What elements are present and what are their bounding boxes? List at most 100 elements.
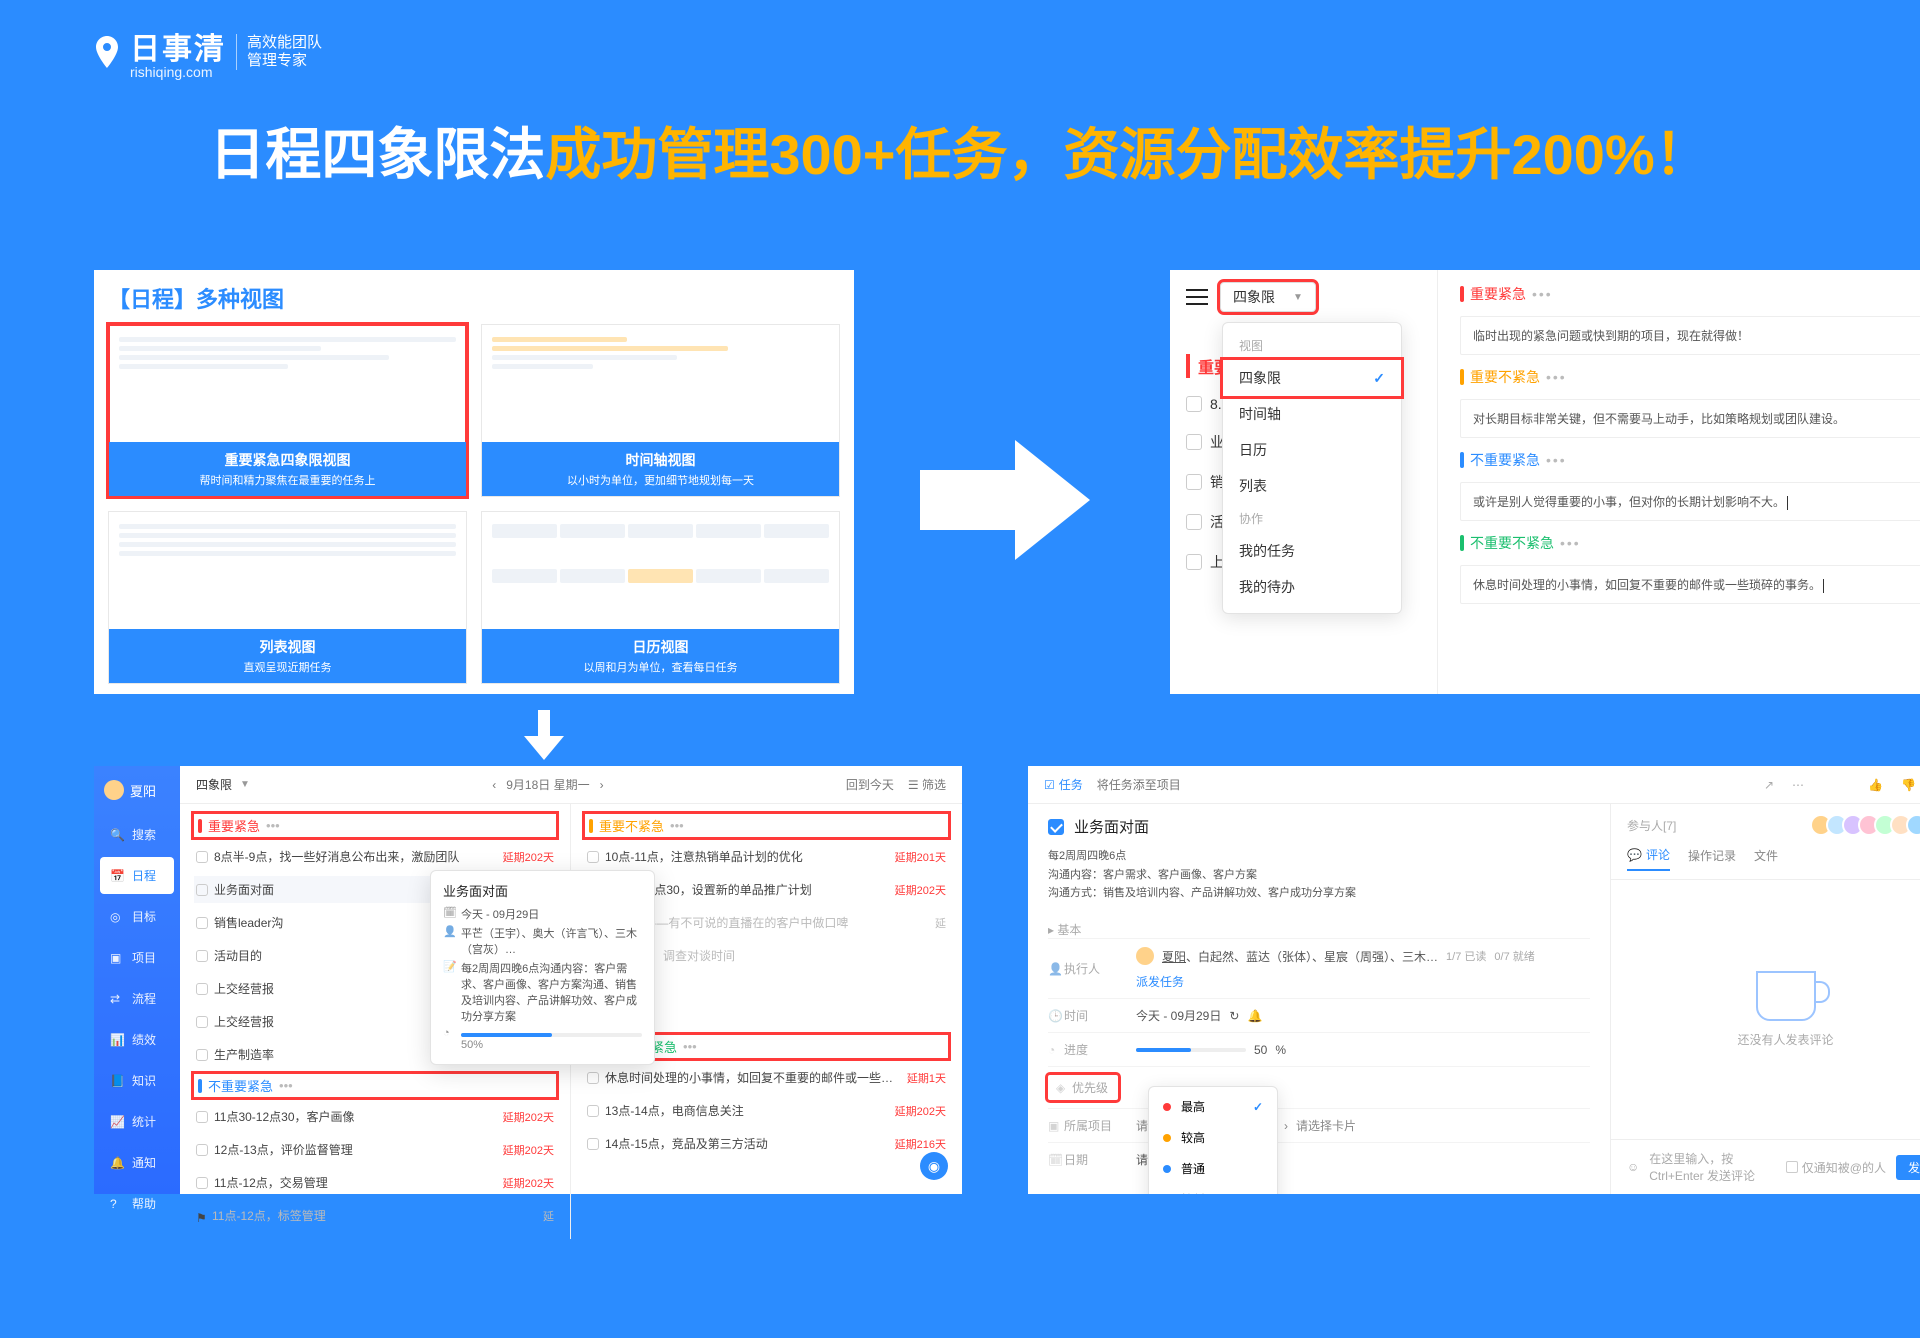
- quadrant-text-1[interactable]: 临时出现的紧急问题或快到期的项目，现在就得做！: [1460, 316, 1920, 355]
- checkbox-icon[interactable]: [1186, 474, 1202, 490]
- task-row[interactable]: 13点-14点，电商信息关注延期202天: [585, 1097, 948, 1124]
- repeat-icon[interactable]: ↻: [1229, 1009, 1239, 1023]
- dropdown-option-calendar[interactable]: 日历: [1223, 432, 1401, 468]
- task-description[interactable]: 每2周周四晚6点 沟通内容：客户需求、客户画像、客户方案 沟通方式：销售及培训内…: [1048, 847, 1590, 903]
- sidebar-nav-perf[interactable]: 📊绩效: [100, 1021, 174, 1058]
- tab-history[interactable]: 操作记录: [1688, 846, 1736, 871]
- sidebar-user[interactable]: 夏阳: [94, 766, 180, 814]
- help-fab[interactable]: ◉: [920, 1152, 948, 1180]
- dropdown-option-list[interactable]: 列表: [1223, 468, 1401, 504]
- comment-input[interactable]: 在这里输入，按 Ctrl+Enter 发送评论: [1649, 1150, 1776, 1184]
- send-task-button[interactable]: 派发任务: [1136, 973, 1184, 990]
- thumb-timeline-view[interactable]: 时间轴视图以小时为单位，更加细节地规划每一天: [481, 324, 840, 497]
- task-row[interactable]: 11点30-12点30，客户画像延期202天: [194, 1103, 556, 1130]
- tab-task[interactable]: ☑任务: [1044, 776, 1083, 793]
- priority-button[interactable]: ◈优先级: [1048, 1075, 1118, 1100]
- prev-day-button[interactable]: ‹: [492, 778, 496, 792]
- more-icon[interactable]: •••: [1546, 452, 1567, 468]
- task-title[interactable]: 业务面对面: [1074, 816, 1149, 837]
- checkbox-icon[interactable]: [196, 1177, 208, 1189]
- quadrant-text-3[interactable]: 或许是别人觉得重要的小事，但对你的长期计划影响不大。: [1460, 482, 1920, 521]
- quadrant-text-2[interactable]: 对长期目标非常关键，但不需要马上动手，比如策略规划或团队建设。: [1460, 399, 1920, 438]
- checkbox-icon[interactable]: [587, 1138, 599, 1150]
- checkbox-icon[interactable]: [1186, 396, 1202, 412]
- task-row[interactable]: ⚑11点-12点，标签管理延: [194, 1202, 556, 1229]
- emoji-icon[interactable]: ☺: [1627, 1160, 1639, 1174]
- next-day-button[interactable]: ›: [600, 778, 604, 792]
- checkbox-icon[interactable]: [587, 1072, 599, 1084]
- sidebar-nav-project[interactable]: ▣项目: [100, 939, 174, 976]
- task-checkbox[interactable]: [1048, 819, 1064, 835]
- thumb-down-icon[interactable]: 👎: [1901, 778, 1916, 792]
- task-row[interactable]: 10点-11点，注意热销单品计划的优化延期201天: [585, 843, 948, 870]
- priority-option-low[interactable]: 较低: [1149, 1184, 1277, 1194]
- only-at-checkbox[interactable]: 仅通知被@的人: [1786, 1159, 1886, 1176]
- task-row[interactable]: 11点-12点，交易管理延期202天: [194, 1169, 556, 1196]
- more-icon[interactable]: •••: [670, 818, 684, 833]
- sidebar-nav-goal[interactable]: ◎目标: [100, 898, 174, 935]
- sidebar-nav-notify[interactable]: 🔔通知: [100, 1144, 174, 1181]
- thumb-quadrant-view[interactable]: 重要紧急四象限视图帮时间和精力聚焦在最重要的任务上: [108, 324, 467, 497]
- avatar[interactable]: [1136, 947, 1154, 965]
- more-icon[interactable]: ⋯: [1792, 778, 1804, 792]
- thumb-calendar-view[interactable]: 日历视图以周和月为单位，查看每日任务: [481, 511, 840, 684]
- date-range[interactable]: 今天 - 09月29日: [1136, 1007, 1221, 1024]
- priority-option-high[interactable]: 较高: [1149, 1122, 1277, 1153]
- tab-move-to-project[interactable]: 将任务添至项目: [1097, 776, 1181, 793]
- dropdown-option-quadrant[interactable]: 四象限✓: [1223, 360, 1401, 396]
- checkbox-icon[interactable]: [1186, 434, 1202, 450]
- sidebar-nav-knowledge[interactable]: 📘知识: [100, 1062, 174, 1099]
- date-label[interactable]: 9月18日 星期一: [506, 776, 589, 793]
- checkbox-icon[interactable]: [196, 1049, 208, 1061]
- share-icon[interactable]: ↗: [1764, 778, 1774, 792]
- more-icon[interactable]: •••: [279, 1078, 293, 1093]
- checkbox-icon[interactable]: [1186, 554, 1202, 570]
- more-icon[interactable]: •••: [1560, 535, 1581, 551]
- sidebar-nav-flow[interactable]: ⇄流程: [100, 980, 174, 1017]
- progress-bar[interactable]: [1136, 1048, 1246, 1052]
- priority-option-normal[interactable]: 普通: [1149, 1153, 1277, 1184]
- checkbox-icon[interactable]: [587, 1105, 599, 1117]
- thumb-up-icon[interactable]: 👍: [1868, 778, 1883, 792]
- checkbox-icon[interactable]: [196, 917, 208, 929]
- sidebar-nav-schedule[interactable]: 📅日程: [100, 857, 174, 894]
- sidebar-nav-stats[interactable]: 📈统计: [100, 1103, 174, 1140]
- tab-files[interactable]: 文件: [1754, 846, 1778, 871]
- reminder-icon[interactable]: 🔔: [1247, 1009, 1262, 1023]
- view-select-button[interactable]: 四象限 ▼: [1220, 282, 1316, 312]
- checkbox-icon[interactable]: [196, 1016, 208, 1028]
- checkbox-icon[interactable]: [196, 851, 208, 863]
- breadcrumb-card[interactable]: 请选择卡片: [1296, 1117, 1356, 1134]
- checkbox-icon[interactable]: [587, 851, 599, 863]
- more-icon[interactable]: •••: [1546, 369, 1567, 385]
- filter-button[interactable]: ☰ 筛选: [908, 776, 946, 793]
- today-button[interactable]: 回到今天: [846, 776, 894, 793]
- task-row[interactable]: 12点-13点，评价监督管理延期202天: [194, 1136, 556, 1163]
- priority-option-highest[interactable]: 最高✓: [1149, 1091, 1277, 1122]
- more-icon[interactable]: •••: [1532, 286, 1553, 302]
- participant-avatars[interactable]: +: [1816, 814, 1920, 836]
- checkbox-icon[interactable]: [196, 1144, 208, 1156]
- task-row[interactable]: 14点-15点，竞品及第三方活动延期216天: [585, 1130, 948, 1157]
- menu-icon[interactable]: [1186, 289, 1208, 305]
- checkbox-icon[interactable]: [196, 983, 208, 995]
- tab-comments[interactable]: 💬评论: [1627, 846, 1670, 871]
- checkbox-icon[interactable]: [196, 1111, 208, 1123]
- checkbox-icon[interactable]: [1186, 514, 1202, 530]
- more-icon[interactable]: •••: [266, 818, 280, 833]
- checkbox-icon[interactable]: [196, 884, 208, 896]
- task-row[interactable]: 8点半-9点，找一些好消息公布出来，激励团队延期202天: [194, 843, 556, 870]
- dropdown-option-timeline[interactable]: 时间轴: [1223, 396, 1401, 432]
- sidebar-nav-search[interactable]: 🔍搜索: [100, 816, 174, 853]
- sidebar-nav-help[interactable]: ?帮助: [100, 1185, 174, 1222]
- quadrant-text-4[interactable]: 休息时间处理的小事情，如回复不重要的邮件或一些琐碎的事务。: [1460, 565, 1920, 604]
- task-row[interactable]: 休息时间处理的小事情，如回复不重要的邮件或一些琐碎的事务。延期1天: [585, 1064, 948, 1091]
- more-icon[interactable]: •••: [683, 1039, 697, 1054]
- popover-title: 业务面对面: [443, 881, 642, 900]
- send-comment-button[interactable]: 发送: [1896, 1155, 1920, 1180]
- dropdown-option-mytasks[interactable]: 我的任务: [1223, 533, 1401, 569]
- thumb-list-view[interactable]: 列表视图直观呈现近期任务: [108, 511, 467, 684]
- dropdown-option-mytodo[interactable]: 我的待办: [1223, 569, 1401, 605]
- checkbox-icon[interactable]: [196, 950, 208, 962]
- view-select[interactable]: 四象限▼: [196, 776, 250, 793]
